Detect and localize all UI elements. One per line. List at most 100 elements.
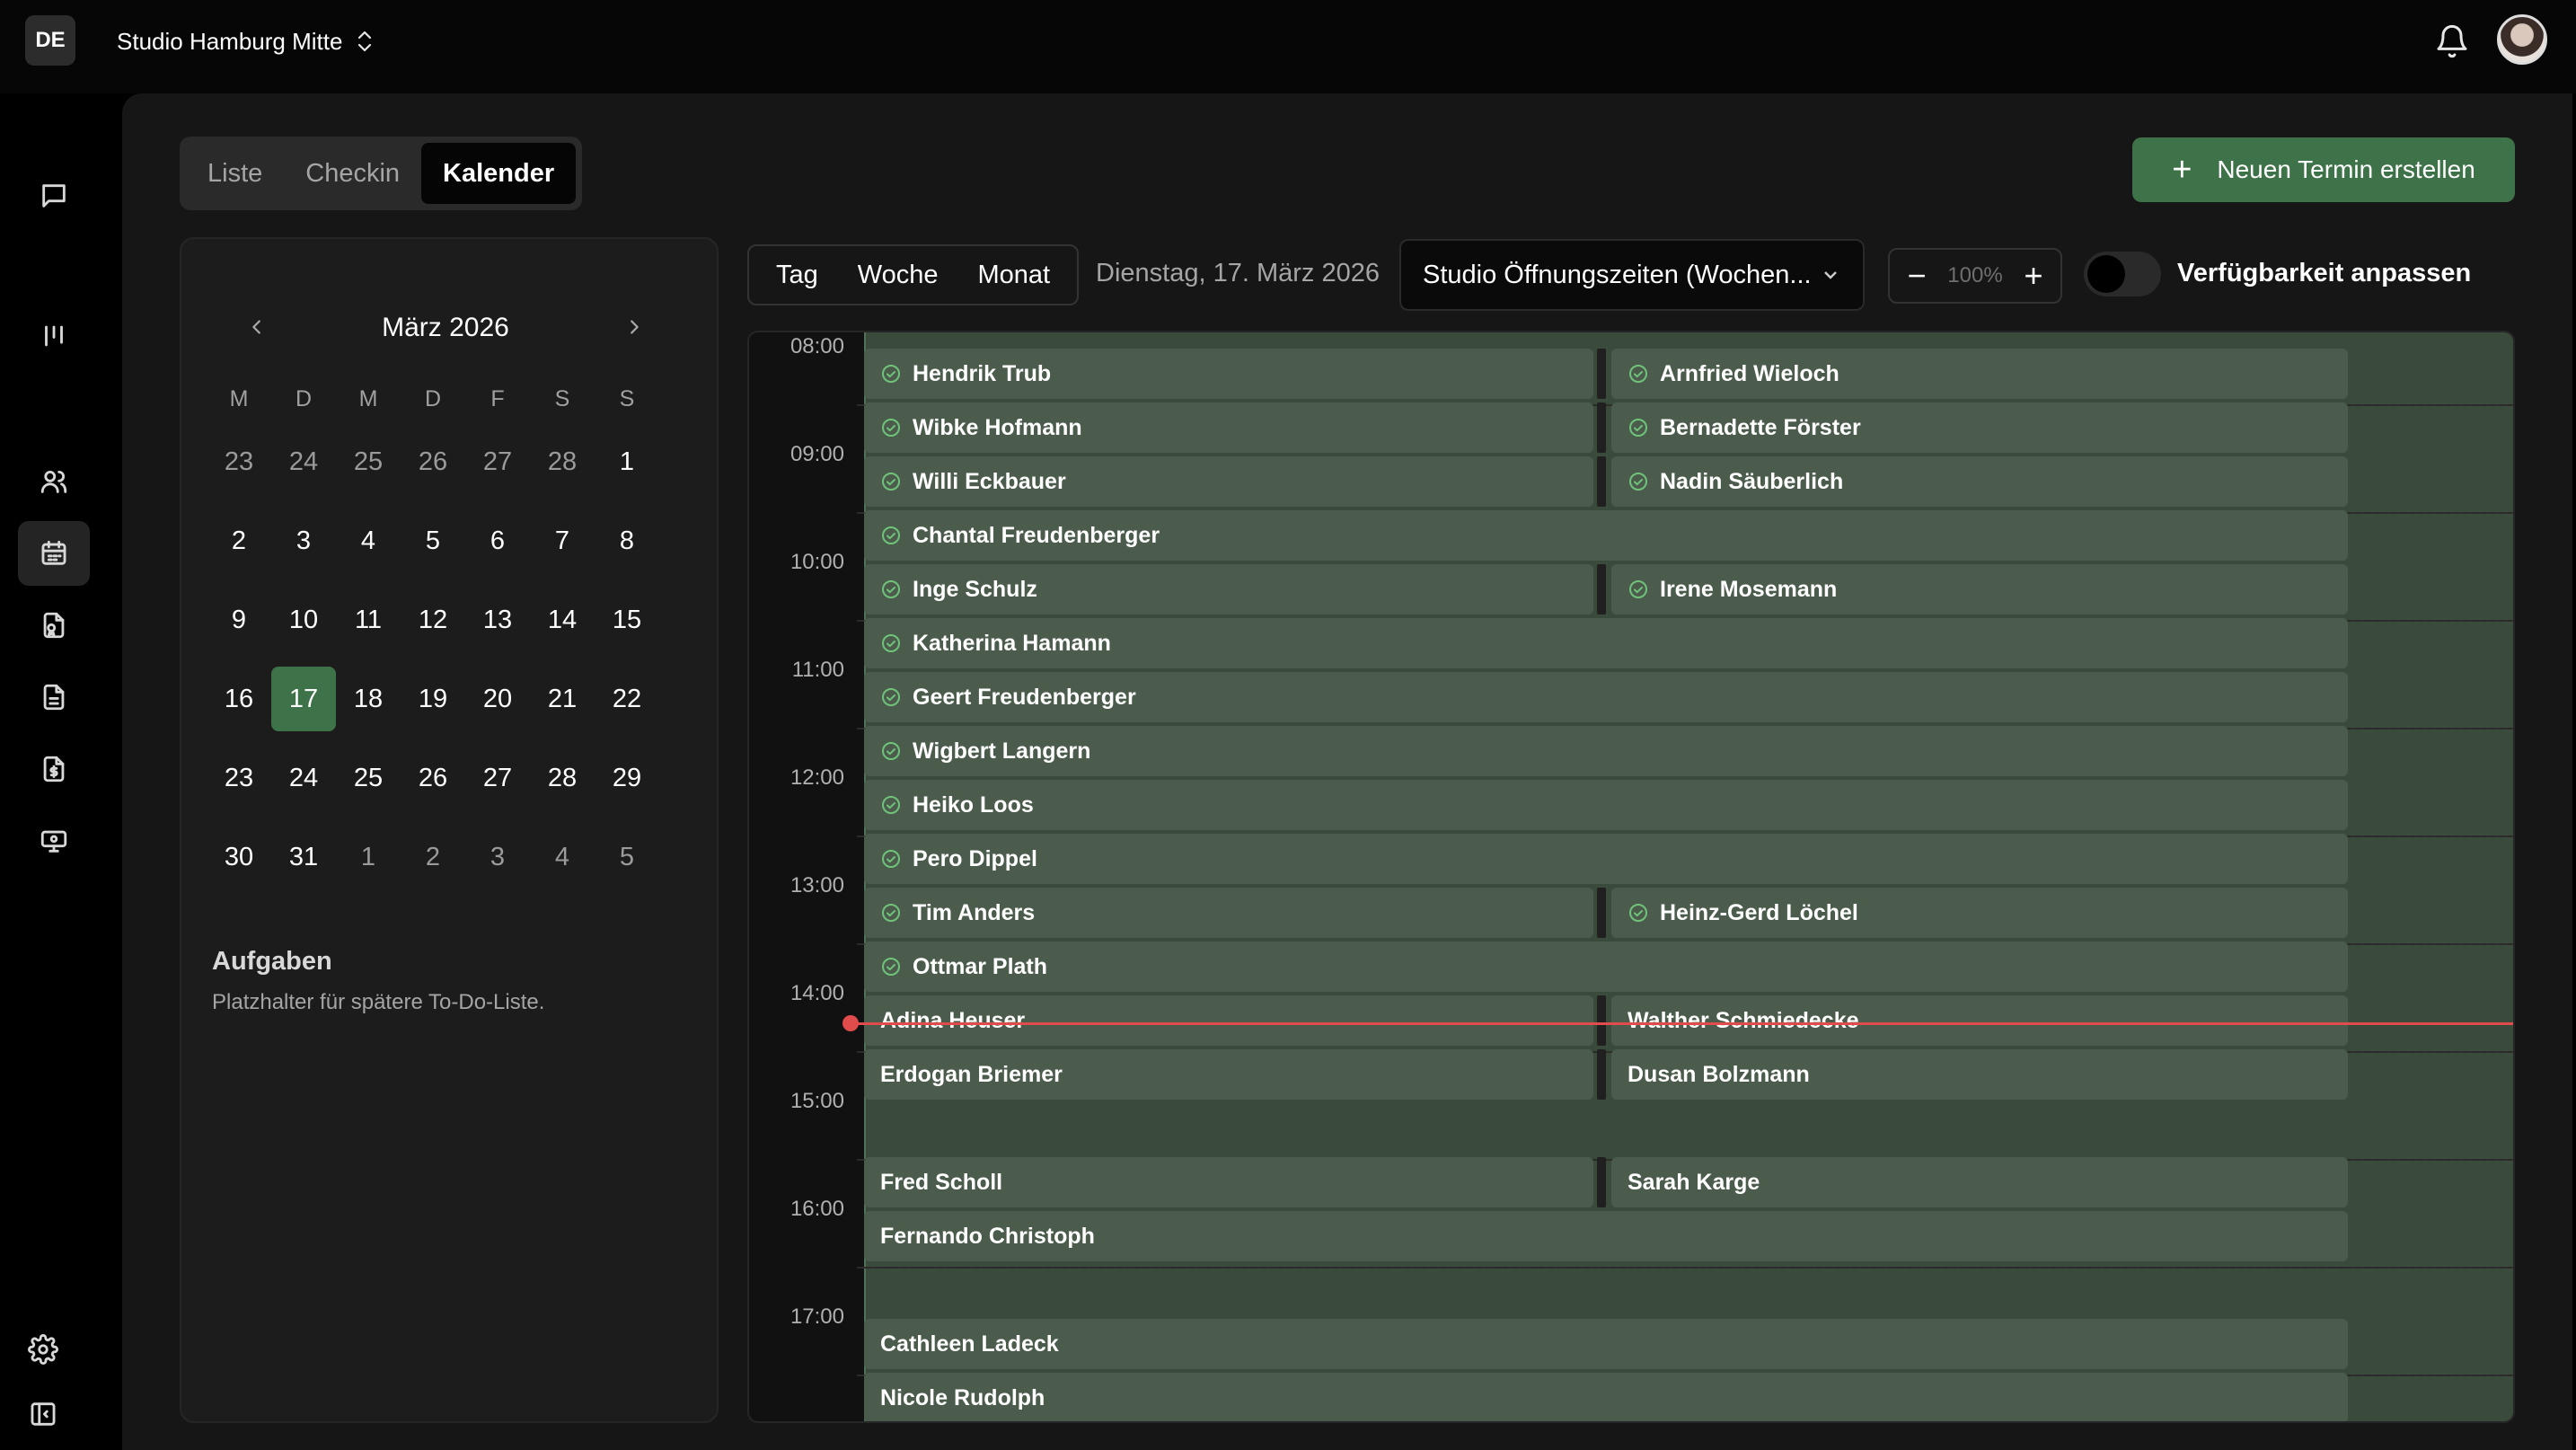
appointment[interactable]: Erdogan Briemer: [864, 1049, 1593, 1100]
appointment[interactable]: Chantal Freudenberger: [864, 510, 2348, 561]
appointment-name: Irene Mosemann: [1660, 576, 1838, 602]
appointment[interactable]: Heiko Loos: [864, 780, 2348, 830]
appointment[interactable]: Fernando Christoph: [864, 1211, 2348, 1261]
day-cell[interactable]: 26: [401, 429, 465, 494]
day-cell[interactable]: 6: [465, 508, 530, 573]
day-cell[interactable]: 29: [595, 746, 659, 810]
appointment[interactable]: Bernadette Förster: [1611, 402, 2348, 453]
day-cell[interactable]: 1: [595, 429, 659, 494]
sidebar-item-boards[interactable]: [18, 304, 90, 368]
sidebar-item-collapse[interactable]: [9, 1382, 77, 1446]
day-cell-selected[interactable]: 17: [271, 667, 336, 731]
availability-toggle[interactable]: [2084, 252, 2161, 296]
appointment-name: Arnfried Wieloch: [1660, 360, 1839, 386]
new-appointment-button[interactable]: + Neuen Termin erstellen: [2132, 137, 2515, 202]
appointment[interactable]: Dusan Bolzmann: [1611, 1049, 2348, 1100]
sidebar-item-settings[interactable]: [9, 1317, 77, 1382]
day-cell[interactable]: 27: [465, 429, 530, 494]
user-avatar[interactable]: [2497, 14, 2547, 65]
day-cell[interactable]: 23: [207, 429, 271, 494]
day-cell[interactable]: 22: [595, 667, 659, 731]
sidebar-item-members[interactable]: [18, 449, 90, 514]
day-cell[interactable]: 25: [336, 429, 401, 494]
sidebar-item-pos[interactable]: [18, 809, 90, 873]
tab-kalender[interactable]: Kalender: [421, 143, 577, 204]
tab-checkin[interactable]: Checkin: [284, 143, 421, 204]
appointment[interactable]: Wibke Hofmann: [864, 402, 1593, 453]
day-cell[interactable]: 10: [271, 588, 336, 652]
day-cell[interactable]: 16: [207, 667, 271, 731]
day-cell[interactable]: 5: [595, 825, 659, 889]
day-cell[interactable]: 28: [530, 746, 595, 810]
day-cell[interactable]: 28: [530, 429, 595, 494]
day-cell[interactable]: 20: [465, 667, 530, 731]
day-cell[interactable]: 21: [530, 667, 595, 731]
day-cell[interactable]: 13: [465, 588, 530, 652]
day-schedule: 08:00 09:00 10:00 11:00 12:00 13:00 14:00 15:00…: [747, 331, 2515, 1423]
appointment[interactable]: Wigbert Langern: [864, 726, 2348, 776]
column-divider: [1597, 402, 1606, 453]
day-cell[interactable]: 9: [207, 588, 271, 652]
day-cell[interactable]: 27: [465, 746, 530, 810]
appointment[interactable]: Adina Heuser: [864, 995, 1593, 1046]
sidebar-item-calendar[interactable]: [18, 521, 90, 586]
appointment[interactable]: Geert Freudenberger: [864, 672, 2348, 722]
day-cell[interactable]: 2: [207, 508, 271, 573]
day-cell[interactable]: 18: [336, 667, 401, 731]
appointment[interactable]: Cathleen Ladeck: [864, 1319, 2348, 1369]
range-woche[interactable]: Woche: [838, 246, 958, 304]
range-monat[interactable]: Monat: [958, 246, 1071, 304]
day-cell[interactable]: 1: [336, 825, 401, 889]
zoom-out-button[interactable]: −: [1899, 258, 1935, 294]
day-cell[interactable]: 31: [271, 825, 336, 889]
next-month-button[interactable]: [609, 302, 659, 352]
sidebar-item-contracts[interactable]: [18, 593, 90, 658]
appointment[interactable]: Nicole Rudolph: [864, 1373, 2348, 1421]
day-cell[interactable]: 25: [336, 746, 401, 810]
day-cell[interactable]: 4: [336, 508, 401, 573]
day-cell[interactable]: 3: [465, 825, 530, 889]
day-cell[interactable]: 30: [207, 825, 271, 889]
appointment[interactable]: Pero Dippel: [864, 834, 2348, 884]
studio-switcher[interactable]: Studio Hamburg Mitte: [117, 23, 375, 59]
appointment[interactable]: Arnfried Wieloch: [1611, 349, 2348, 399]
day-cell[interactable]: 15: [595, 588, 659, 652]
sidebar-item-invoices[interactable]: [18, 737, 90, 801]
appointment[interactable]: Nadin Säuberlich: [1611, 456, 2348, 507]
day-cell[interactable]: 7: [530, 508, 595, 573]
range-tag[interactable]: Tag: [756, 246, 838, 304]
day-cell[interactable]: 24: [271, 746, 336, 810]
day-cell[interactable]: 11: [336, 588, 401, 652]
cash-register-icon: [40, 830, 67, 853]
day-cell[interactable]: 12: [401, 588, 465, 652]
appointment[interactable]: Inge Schulz: [864, 564, 1593, 614]
sidebar-item-messages[interactable]: [18, 164, 90, 228]
hours-select[interactable]: Studio Öffnungszeiten (Wochen...: [1399, 239, 1865, 311]
appointment[interactable]: Walther Schmiedecke: [1611, 995, 2348, 1046]
appointment[interactable]: Heinz-Gerd Löchel: [1611, 888, 2348, 938]
appointment[interactable]: Fred Scholl: [864, 1157, 1593, 1207]
appointment[interactable]: Katherina Hamann: [864, 618, 2348, 668]
appointment[interactable]: Irene Mosemann: [1611, 564, 2348, 614]
day-cell[interactable]: 14: [530, 588, 595, 652]
appointment[interactable]: Willi Eckbauer: [864, 456, 1593, 507]
appointment[interactable]: Hendrik Trub: [864, 349, 1593, 399]
chevron-right-icon: [631, 320, 639, 334]
language-badge[interactable]: DE: [25, 15, 75, 66]
day-cell[interactable]: 23: [207, 746, 271, 810]
day-cell[interactable]: 2: [401, 825, 465, 889]
appointment[interactable]: Tim Anders: [864, 888, 1593, 938]
day-cell[interactable]: 24: [271, 429, 336, 494]
day-cell[interactable]: 19: [401, 667, 465, 731]
tab-liste[interactable]: Liste: [186, 143, 284, 204]
sidebar-item-documents[interactable]: [18, 665, 90, 729]
day-cell[interactable]: 26: [401, 746, 465, 810]
day-cell[interactable]: 3: [271, 508, 336, 573]
zoom-in-button[interactable]: +: [2016, 258, 2051, 294]
appointment[interactable]: Ottmar Plath: [864, 942, 2348, 992]
appointment[interactable]: Sarah Karge: [1611, 1157, 2348, 1207]
bell-icon[interactable]: [2434, 23, 2470, 59]
day-cell[interactable]: 4: [530, 825, 595, 889]
day-cell[interactable]: 8: [595, 508, 659, 573]
day-cell[interactable]: 5: [401, 508, 465, 573]
